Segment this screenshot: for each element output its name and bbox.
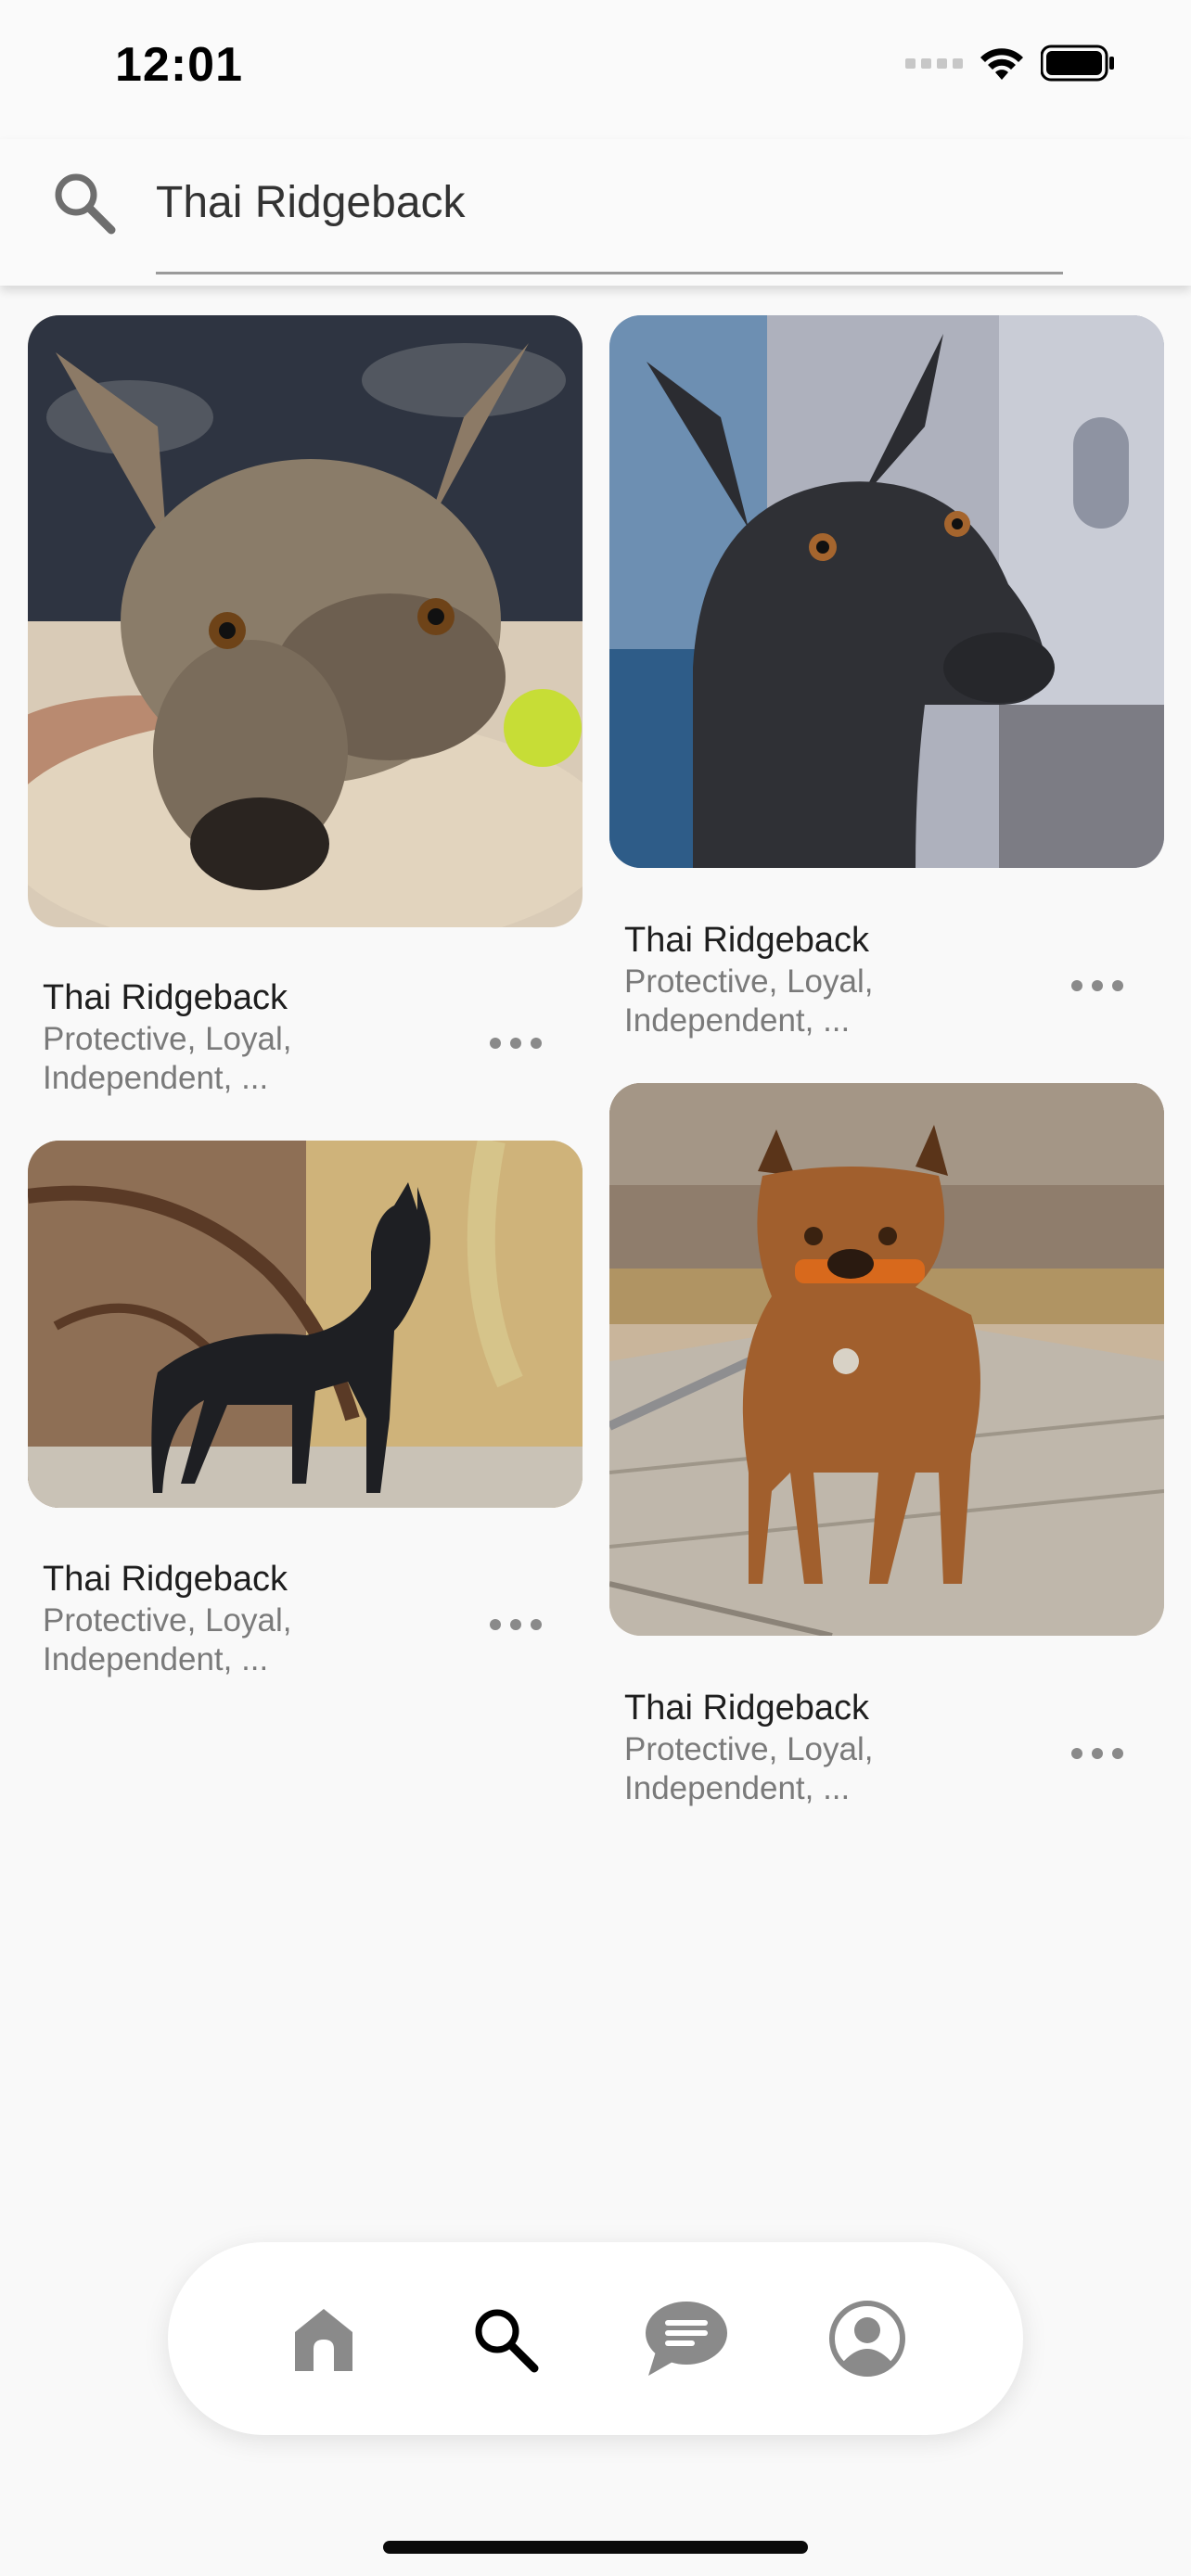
card-traits-line: Protective, Loyal,	[43, 1602, 292, 1639]
home-icon	[294, 2309, 352, 2371]
card-title: Thai Ridgeback	[624, 1689, 870, 1728]
result-card[interactable]: Thai Ridgeback Protective, Loyal, Indepe…	[609, 315, 1164, 1039]
card-traits: Protective, Loyal, Independent, ...	[624, 963, 995, 1040]
profile-icon	[829, 2301, 906, 2377]
dog-photo[interactable]	[28, 315, 583, 927]
more-options-button[interactable]	[1071, 976, 1123, 995]
status-bar: 12:01	[0, 0, 1191, 139]
more-options-button[interactable]	[490, 1615, 542, 1634]
tab-home[interactable]	[268, 2283, 379, 2394]
card-traits: Protective, Loyal, Independent, ...	[43, 1020, 414, 1098]
more-options-button[interactable]	[1071, 1744, 1123, 1763]
card-traits-line: Protective, Loyal,	[43, 1021, 292, 1057]
card-traits-line: Independent, ...	[43, 1060, 269, 1096]
home-indicator[interactable]	[383, 2541, 808, 2554]
search-input[interactable]	[156, 174, 1063, 230]
status-time: 12:01	[115, 38, 243, 92]
search-icon	[475, 2309, 539, 2373]
card-traits: Protective, Loyal, Independent, ...	[624, 1730, 995, 1808]
dog-photo[interactable]	[609, 1083, 1164, 1636]
cellular-signal-icon	[905, 57, 963, 69]
chat-icon	[645, 2302, 727, 2376]
result-card[interactable]: Thai Ridgeback Protective, Loyal, Indepe…	[28, 1141, 583, 1677]
card-traits-line: Independent, ...	[624, 1770, 851, 1806]
card-traits-line: Independent, ...	[624, 1002, 851, 1039]
card-title: Thai Ridgeback	[624, 921, 870, 960]
result-card[interactable]: Thai Ridgeback Protective, Loyal, Indepe…	[609, 1083, 1164, 1806]
tab-search[interactable]	[449, 2283, 560, 2394]
status-icons	[905, 45, 1115, 82]
search-icon	[55, 173, 116, 235]
card-traits-line: Protective, Loyal,	[624, 1731, 874, 1767]
search-underline	[156, 272, 1063, 274]
tab-bar	[168, 2242, 1023, 2435]
dog-photo[interactable]	[28, 1141, 583, 1508]
dog-photo[interactable]	[609, 315, 1164, 868]
search-header	[0, 139, 1191, 286]
card-title: Thai Ridgeback	[43, 1560, 288, 1599]
battery-icon	[1041, 45, 1114, 82]
card-traits-line: Protective, Loyal,	[624, 963, 874, 1000]
card-title: Thai Ridgeback	[43, 978, 288, 1017]
tab-profile[interactable]	[812, 2283, 923, 2394]
card-traits: Protective, Loyal, Independent, ...	[43, 1601, 414, 1679]
more-options-button[interactable]	[490, 1034, 542, 1052]
card-traits-line: Independent, ...	[43, 1641, 269, 1677]
wifi-icon	[980, 48, 1023, 80]
tab-messages[interactable]	[631, 2283, 742, 2394]
result-card[interactable]: Thai Ridgeback Protective, Loyal, Indepe…	[28, 315, 583, 1096]
